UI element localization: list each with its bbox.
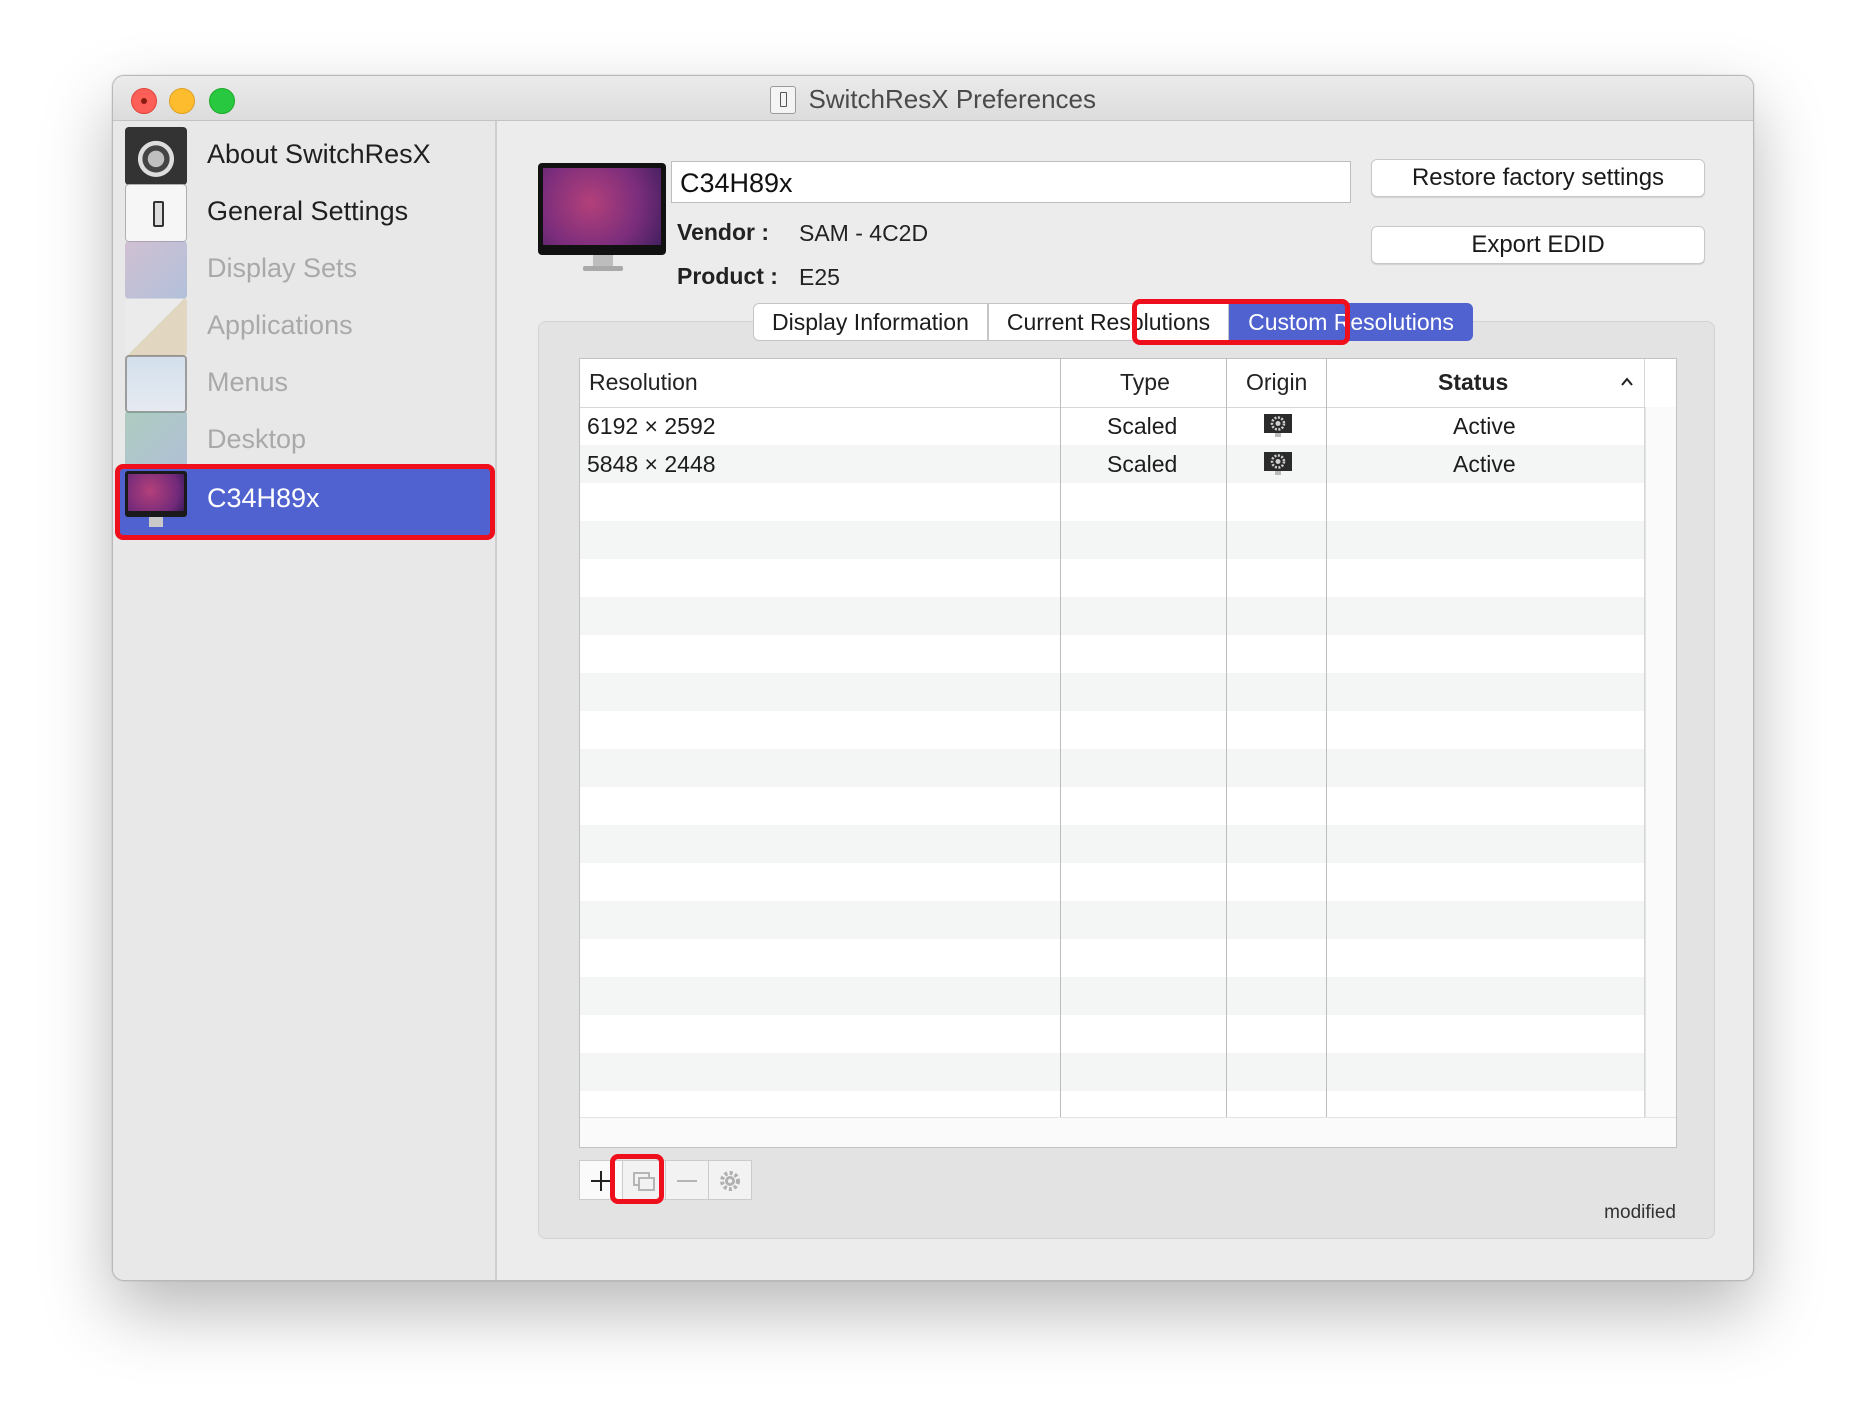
applications-icon	[125, 298, 187, 356]
empty-row	[580, 1053, 1644, 1091]
settings-button	[708, 1160, 752, 1200]
empty-row	[580, 711, 1644, 749]
empty-row	[580, 749, 1644, 787]
gear-icon	[125, 127, 187, 185]
monitor-icon	[125, 471, 187, 527]
cell-status: Active	[1453, 451, 1516, 477]
sidebar-item-display-sets: Display Sets	[117, 239, 493, 303]
gear-monitor-icon	[1264, 452, 1292, 475]
column-divider	[1060, 359, 1061, 1117]
duplicate-button	[622, 1160, 666, 1200]
sidebar-item-label: Desktop	[207, 424, 307, 454]
monitor-icon	[538, 163, 666, 255]
empty-row	[580, 483, 1644, 521]
column-header-status[interactable]: Status	[1438, 359, 1508, 407]
desktop-icon	[125, 412, 187, 470]
tab-display-information[interactable]: Display Information	[753, 303, 988, 341]
duplicate-icon	[633, 1172, 655, 1191]
sidebar-item-label: C34H89x	[207, 483, 320, 513]
restore-factory-settings-button[interactable]: Restore factory settings	[1371, 159, 1705, 197]
sidebar-item-menus: Menus	[117, 353, 493, 417]
sidebar-item-applications: Applications	[117, 296, 493, 360]
product-value: E25	[799, 264, 840, 290]
table-row[interactable]: 6192 × 2592 Scaled Active	[580, 407, 1644, 445]
sidebar-item-c34h89x[interactable]: C34H89x	[117, 467, 493, 535]
cell-type: Scaled	[1107, 451, 1178, 477]
sidebar-item-label: General Settings	[207, 196, 409, 226]
window-title-group: SwitchResX Preferences	[113, 84, 1753, 115]
empty-row	[580, 863, 1644, 901]
column-divider	[1326, 359, 1327, 1117]
empty-row	[580, 597, 1644, 635]
empty-row	[580, 825, 1644, 863]
vendor-label: Vendor :	[677, 219, 770, 245]
cell-resolution: 5848 × 2448	[587, 451, 716, 477]
empty-row	[580, 521, 1644, 559]
preferences-window: SwitchResX Preferences About SwitchResX …	[112, 75, 1754, 1281]
add-button[interactable]	[579, 1160, 623, 1200]
main-panel: C34H89x Vendor : SAM - 4C2D Product : E2…	[497, 121, 1753, 1280]
sidebar-item-about[interactable]: About SwitchResX	[117, 125, 493, 189]
column-header-origin[interactable]: Origin	[1246, 359, 1307, 407]
horizontal-scrollbar[interactable]	[580, 1117, 1676, 1147]
table-toolbar	[579, 1160, 752, 1200]
sidebar-item-desktop: Desktop	[117, 410, 493, 474]
export-edid-button[interactable]: Export EDID	[1371, 226, 1705, 264]
sidebar-item-label: About SwitchResX	[207, 139, 431, 169]
empty-row	[580, 977, 1644, 1015]
cell-type: Scaled	[1107, 413, 1178, 439]
table-header: Resolution Type Origin Status	[580, 359, 1676, 408]
cell-status: Active	[1453, 413, 1516, 439]
display-sets-icon	[125, 241, 187, 299]
title-bar: SwitchResX Preferences	[113, 76, 1753, 121]
tab-custom-resolutions[interactable]: Custom Resolutions	[1229, 303, 1473, 341]
vertical-scrollbar[interactable]	[1645, 407, 1676, 1117]
empty-row	[580, 559, 1644, 597]
tab-panel: Resolution Type Origin Status 6192 × 259…	[538, 321, 1715, 1239]
empty-row	[580, 1015, 1644, 1053]
plus-icon	[591, 1171, 611, 1191]
sidebar: About SwitchResX General Settings Displa…	[113, 121, 497, 1280]
empty-row	[580, 635, 1644, 673]
column-header-resolution[interactable]: Resolution	[589, 359, 698, 407]
switch-icon	[125, 184, 187, 242]
sidebar-item-label: Menus	[207, 367, 289, 397]
gear-icon	[720, 1171, 740, 1191]
sidebar-item-label: Display Sets	[207, 253, 358, 283]
empty-row	[580, 901, 1644, 939]
window-title: SwitchResX Preferences	[808, 84, 1096, 114]
column-divider	[1226, 359, 1227, 1117]
sort-ascending-icon	[1621, 377, 1633, 386]
sidebar-item-general-settings[interactable]: General Settings	[117, 182, 493, 246]
vendor-value: SAM - 4C2D	[799, 220, 929, 246]
column-header-type[interactable]: Type	[1120, 359, 1170, 407]
remove-button	[665, 1160, 709, 1200]
table-row[interactable]: 5848 × 2448 Scaled Active	[580, 445, 1644, 483]
sidebar-item-label: Applications	[207, 310, 353, 340]
tab-current-resolutions[interactable]: Current Resolutions	[987, 303, 1230, 341]
display-name-field[interactable]: C34H89x	[671, 161, 1351, 203]
custom-resolutions-table[interactable]: Resolution Type Origin Status 6192 × 259…	[579, 358, 1677, 1148]
gear-monitor-icon	[1264, 414, 1292, 437]
cell-resolution: 6192 × 2592	[587, 413, 716, 439]
product-label: Product :	[677, 263, 778, 289]
table-body: 6192 × 2592 Scaled Active 5848 × 2448 Sc…	[580, 407, 1644, 1117]
empty-row	[580, 787, 1644, 825]
menus-icon	[125, 355, 187, 413]
switch-icon	[769, 85, 796, 114]
minus-icon	[677, 1180, 697, 1182]
tab-bar: Display Information Current Resolutions …	[753, 303, 1473, 341]
empty-row	[580, 673, 1644, 711]
monitor-foot	[583, 266, 623, 271]
status-text: modified	[1604, 1202, 1676, 1223]
empty-row	[580, 939, 1644, 977]
